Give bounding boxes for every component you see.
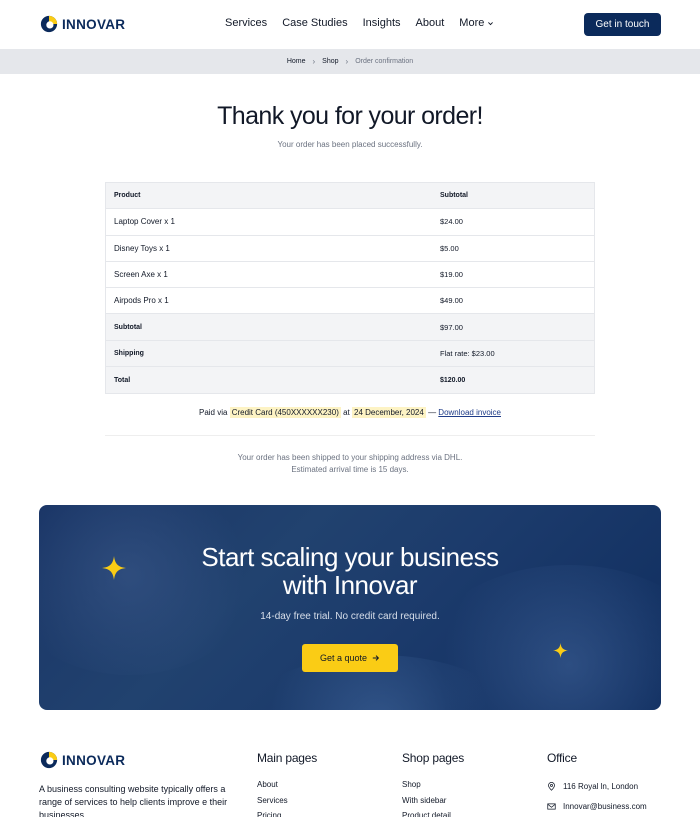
logo-mark-icon	[40, 15, 58, 33]
product-subtotal: $49.00	[440, 296, 463, 306]
page-title: Thank you for your order!	[217, 102, 483, 130]
shipping-value: Flat rate: $23.00	[440, 348, 495, 358]
nav-services[interactable]: Services	[225, 17, 267, 29]
table-row: Airpods Pro x 1 $49.00	[106, 288, 594, 315]
paid-via-label: Paid via	[198, 408, 228, 417]
nav-case-studies[interactable]: Case Studies	[282, 17, 347, 29]
table-row: Screen Axe x 1 $19.00	[106, 262, 594, 289]
product-subtotal: $24.00	[440, 217, 463, 227]
shipping-row: Shipping Flat rate: $23.00	[106, 340, 594, 368]
footer-column-title: Office	[547, 751, 577, 765]
total-row: Total $120.00	[106, 367, 594, 394]
shipping-note-line: Estimated arrival time is 15 days.	[291, 465, 409, 474]
product-name: Screen Axe x 1	[114, 270, 168, 280]
shipping-note-line: Your order has been shipped to your ship…	[237, 453, 463, 462]
office-email[interactable]: Innovar@business.com	[547, 797, 647, 817]
logo[interactable]: INNOVAR	[40, 15, 125, 33]
breadcrumb-separator-icon: ›	[312, 57, 316, 66]
get-in-touch-button[interactable]: Get in touch	[584, 13, 661, 36]
product-name: Laptop Cover x 1	[114, 217, 175, 227]
sparkle-icon	[553, 643, 568, 658]
breadcrumb-shop[interactable]: Shop	[322, 58, 338, 65]
product-subtotal: $5.00	[440, 243, 459, 253]
mail-icon	[547, 803, 556, 810]
nav-more-label: More	[459, 17, 485, 29]
nav-about[interactable]: About	[416, 17, 445, 29]
product-name: Airpods Pro x 1	[114, 296, 169, 306]
office-address-text: 116 Royal ln, London	[563, 782, 639, 792]
paid-at-label: at	[343, 408, 350, 417]
footer-logo[interactable]: INNOVAR	[40, 751, 125, 769]
payment-date: 24 December, 2024	[352, 407, 426, 418]
footer-logo-text: INNOVAR	[62, 752, 126, 768]
logo-mark-icon	[40, 751, 58, 769]
table-header-row: Product Subtotal	[106, 183, 594, 210]
cta-banner: Start scaling your business with Innovar…	[39, 505, 661, 710]
breadcrumb: Home › Shop › Order confirmation	[0, 49, 700, 74]
order-summary-table: Product Subtotal Laptop Cover x 1 $24.00…	[105, 182, 595, 395]
office-address: 116 Royal ln, London	[547, 777, 647, 797]
footer-shop-pages: Shop pages Shop With sidebar Product det…	[402, 751, 464, 817]
table-row: Laptop Cover x 1 $24.00	[106, 209, 594, 236]
breadcrumb-home[interactable]: Home	[287, 58, 306, 65]
office-email-text: Innovar@business.com	[563, 801, 647, 811]
footer-link-with-sidebar[interactable]: With sidebar	[402, 793, 464, 809]
site-header: INNOVAR Services Case Studies Insights A…	[0, 0, 700, 49]
column-header-subtotal: Subtotal	[440, 192, 468, 200]
nav-more[interactable]: More	[459, 17, 494, 29]
total-label: Total	[114, 376, 131, 384]
banner-title: Start scaling your business with Innovar	[39, 543, 661, 599]
get-a-quote-button[interactable]: Get a quote	[302, 644, 398, 672]
product-subtotal: $19.00	[440, 270, 463, 280]
subtotal-row: Subtotal $97.00	[106, 314, 594, 341]
shipping-note: Your order has been shipped to your ship…	[0, 452, 700, 476]
location-pin-icon	[548, 782, 555, 792]
table-row: Disney Toys x 1 $5.00	[106, 236, 594, 262]
footer-link-product-detail[interactable]: Product detail	[402, 808, 464, 817]
page-subtitle: Your order has been placed successfully.	[277, 140, 423, 149]
banner-title-line: with Innovar	[282, 570, 418, 600]
download-invoice-link[interactable]: Download invoice	[438, 408, 501, 417]
footer-column-title: Main pages	[257, 751, 318, 765]
divider	[105, 435, 595, 436]
footer-link-about[interactable]: About	[257, 777, 317, 793]
banner-title-line: Start scaling your business	[201, 542, 499, 572]
column-header-product: Product	[114, 192, 141, 200]
breadcrumb-separator-icon: ›	[345, 57, 349, 66]
footer-link-shop[interactable]: Shop	[402, 777, 464, 793]
subtotal-value: $97.00	[440, 322, 463, 332]
footer-link-services[interactable]: Services	[257, 793, 317, 809]
payment-info: Paid via Credit Card (450XXXXXX230) at 2…	[0, 407, 700, 418]
get-a-quote-label: Get a quote	[319, 653, 368, 663]
footer-description: A business consulting website typically …	[39, 784, 228, 817]
shipping-label: Shipping	[114, 349, 144, 357]
payment-dash: —	[428, 408, 437, 417]
breadcrumb-current: Order confirmation	[355, 58, 414, 65]
chevron-down-icon	[488, 21, 494, 25]
footer-main-pages: Main pages About Services Pricing	[257, 751, 317, 817]
footer-office: Office 116 Royal ln, London Innovar@busi…	[547, 751, 647, 816]
footer-column-title: Shop pages	[402, 751, 465, 765]
banner-subtitle: 14-day free trial. No credit card requir…	[260, 611, 440, 622]
footer-link-pricing[interactable]: Pricing	[257, 808, 317, 817]
total-value: $120.00	[440, 376, 466, 384]
nav-insights[interactable]: Insights	[363, 17, 401, 29]
main-nav: Services Case Studies Insights About Mor…	[225, 17, 494, 29]
subtotal-label: Subtotal	[114, 323, 142, 331]
product-name: Disney Toys x 1	[114, 243, 170, 253]
logo-text: INNOVAR	[62, 16, 126, 32]
payment-method: Credit Card (450XXXXXX230)	[229, 407, 341, 418]
arrow-right-icon	[372, 655, 380, 661]
